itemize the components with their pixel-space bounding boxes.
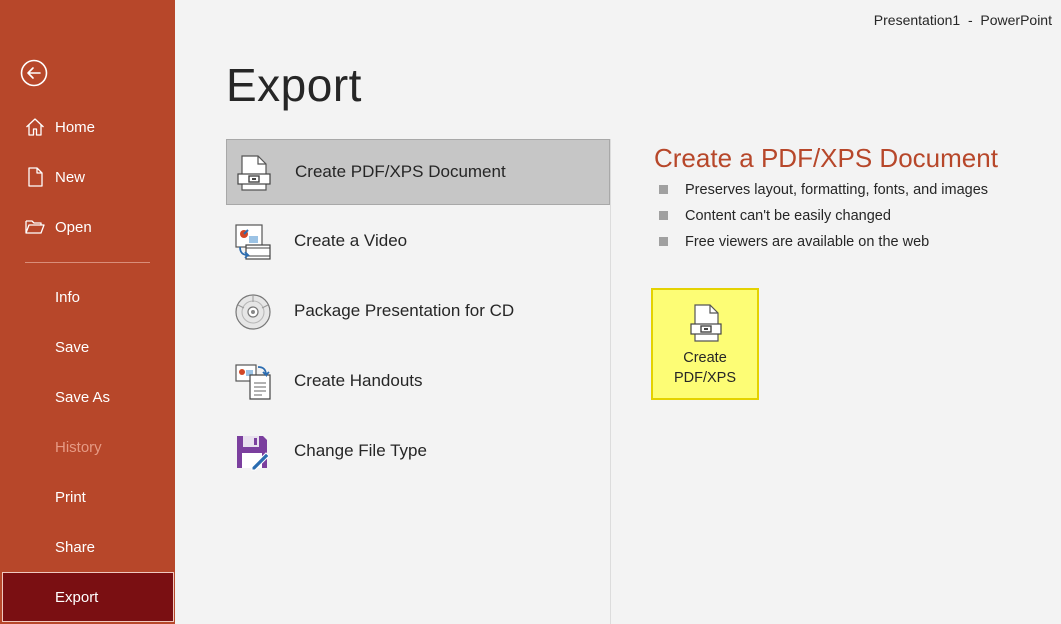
- nav-save-as-label: Save As: [55, 388, 111, 406]
- nav-save-label: Save: [55, 338, 90, 356]
- nav-export-label: Export: [55, 588, 99, 606]
- option-create-pdf-xps[interactable]: Create PDF/XPS Document: [226, 139, 610, 205]
- nav-share-label: Share: [55, 538, 96, 556]
- option-create-video[interactable]: Create a Video: [226, 209, 610, 275]
- nav-open-label: Open: [55, 218, 92, 236]
- open-folder-icon: [25, 220, 45, 234]
- nav-open[interactable]: Open: [0, 205, 175, 249]
- window-title: Presentation1 - PowerPoint: [873, 12, 1052, 28]
- nav-info-label: Info: [55, 288, 81, 306]
- bullet-square-icon: [659, 185, 668, 194]
- change-file-type-icon: [237, 436, 270, 471]
- handouts-icon: [235, 364, 271, 400]
- nav-print[interactable]: Print: [0, 475, 175, 519]
- option-create-handouts-label: Create Handouts: [294, 371, 423, 390]
- option-create-video-label: Create a Video: [294, 231, 408, 250]
- export-options-list: Create PDF/XPS Document Create a Video P…: [226, 139, 610, 489]
- nav-new-label: New: [55, 168, 86, 186]
- create-pdf-xps-button-label: Create PDF/XPS: [673, 350, 737, 386]
- bullet-square-icon: [659, 237, 668, 246]
- nav-home[interactable]: Home: [0, 105, 175, 149]
- pdf-document-icon: [690, 304, 722, 342]
- cd-icon: [235, 294, 271, 330]
- nav-info[interactable]: Info: [0, 275, 175, 319]
- pane-separator: [610, 139, 611, 624]
- option-create-handouts[interactable]: Create Handouts: [226, 349, 610, 415]
- option-change-file-type[interactable]: Change File Type: [226, 419, 610, 485]
- nav-share[interactable]: Share: [0, 525, 175, 569]
- home-icon: [26, 118, 44, 136]
- nav-new[interactable]: New: [0, 155, 175, 199]
- backstage-sidebar: Home New Open Info Save Save As History …: [0, 0, 175, 624]
- nav-save[interactable]: Save: [0, 325, 175, 369]
- option-create-pdf-xps-label: Create PDF/XPS Document: [295, 162, 506, 181]
- page-title: Export: [226, 59, 362, 111]
- option-package-cd[interactable]: Package Presentation for CD: [226, 279, 610, 345]
- create-pdf-xps-button[interactable]: Create PDF/XPS: [651, 288, 759, 400]
- sidebar-divider: [25, 262, 150, 263]
- detail-bullets: Preserves layout, formatting, fonts, and…: [659, 180, 988, 258]
- nav-save-as[interactable]: Save As: [0, 375, 175, 419]
- nav-home-label: Home: [55, 118, 96, 136]
- detail-title: Create a PDF/XPS Document: [654, 143, 998, 173]
- nav-history-label: History: [55, 438, 102, 456]
- bullet-square-icon: [659, 211, 668, 220]
- pdf-document-icon: [237, 155, 271, 191]
- nav-export[interactable]: Export: [2, 572, 174, 622]
- new-document-icon: [28, 167, 43, 187]
- detail-bullet: Free viewers are available on the web: [659, 232, 988, 258]
- detail-bullet: Preserves layout, formatting, fonts, and…: [659, 180, 988, 206]
- option-change-file-type-label: Change File Type: [294, 441, 427, 460]
- detail-bullet: Content can't be easily changed: [659, 206, 988, 232]
- video-icon: [235, 224, 271, 260]
- nav-print-label: Print: [55, 488, 86, 506]
- back-arrow-icon: [20, 59, 48, 87]
- back-button[interactable]: [20, 59, 48, 87]
- nav-history: History: [0, 425, 175, 469]
- option-package-cd-label: Package Presentation for CD: [294, 301, 515, 320]
